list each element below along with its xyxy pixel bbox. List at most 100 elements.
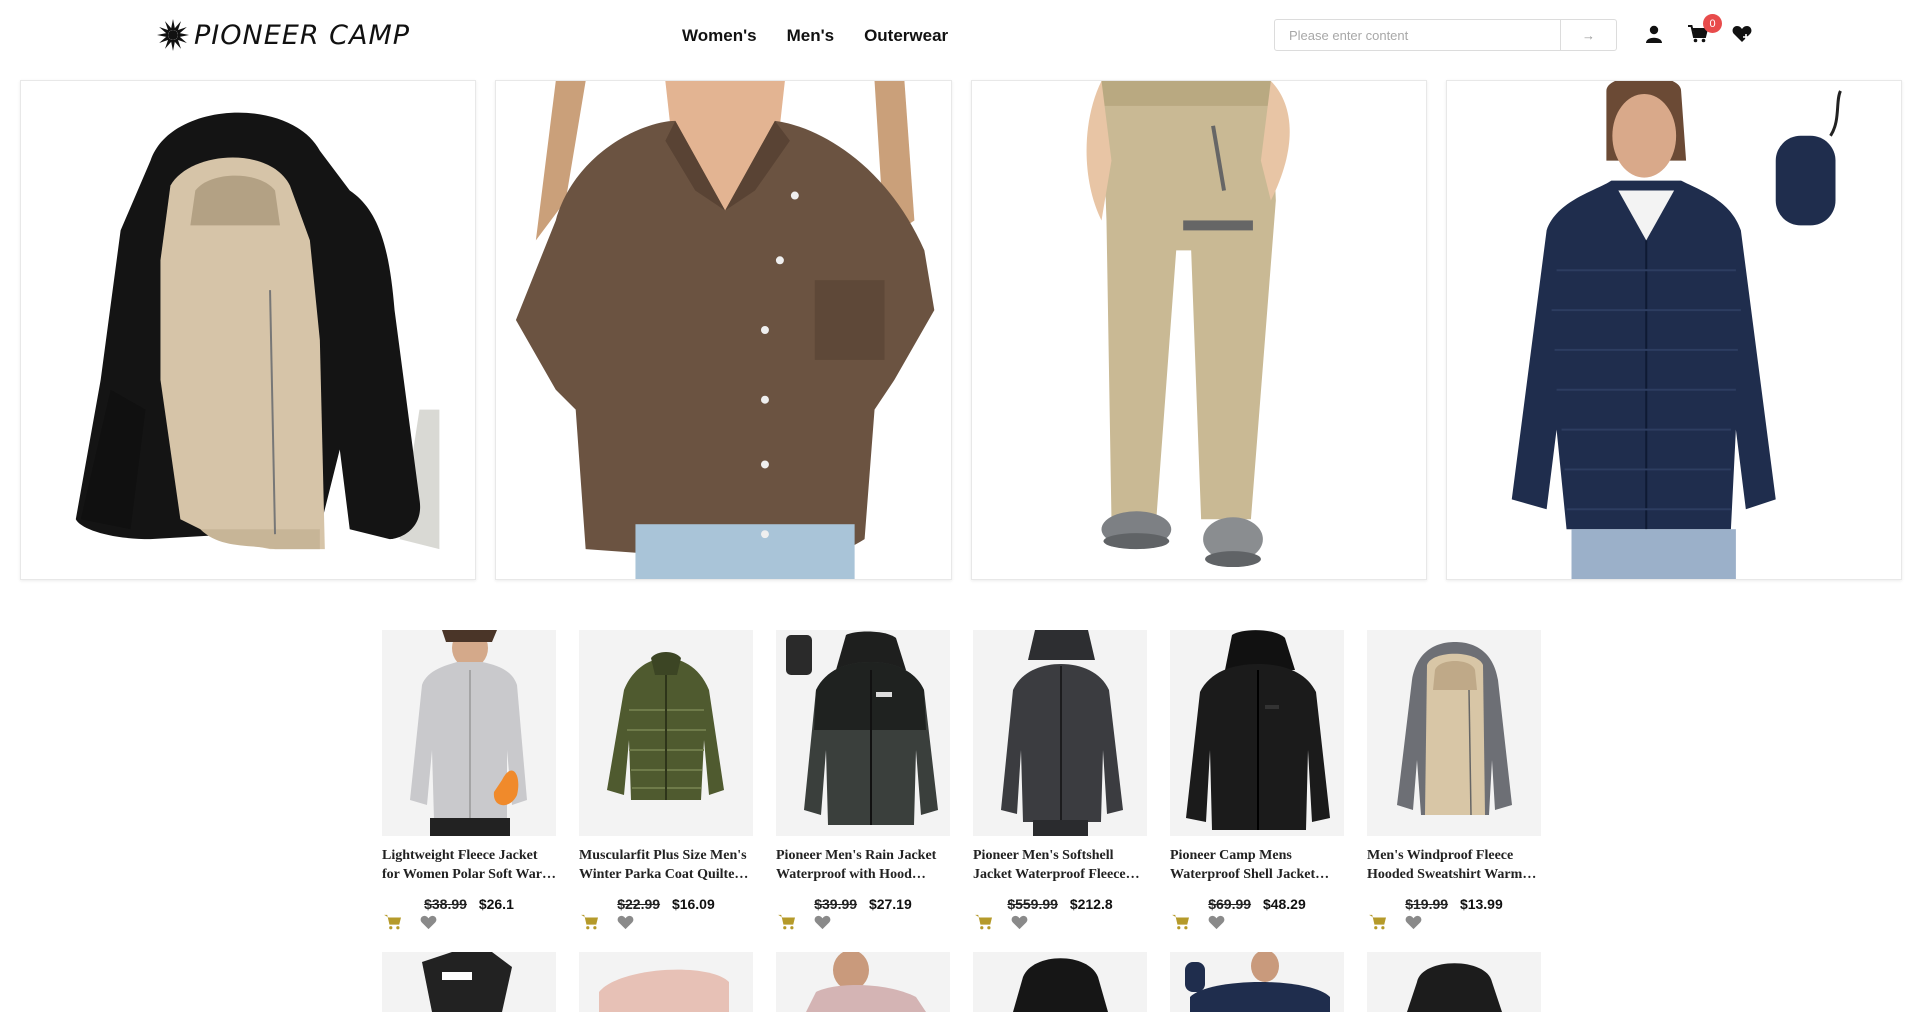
product-card bbox=[973, 952, 1147, 1012]
puffer-jacket-image bbox=[1446, 81, 1901, 579]
product-card: Pioneer Camp Mens Waterproof Shell Jacke… bbox=[1170, 630, 1344, 930]
rain-jacket-image bbox=[776, 630, 950, 836]
cart-icon bbox=[581, 914, 598, 930]
add-to-cart-button[interactable] bbox=[975, 914, 993, 930]
sale-price: $48.29 bbox=[1262, 896, 1306, 912]
cart-icon bbox=[975, 914, 992, 930]
add-to-cart-button[interactable] bbox=[778, 914, 796, 930]
product-image-partial bbox=[579, 952, 753, 1012]
add-to-wishlist-button[interactable] bbox=[814, 914, 832, 930]
product-image[interactable] bbox=[382, 952, 556, 1012]
cart-icon bbox=[384, 914, 401, 930]
sale-price: $26.1 bbox=[478, 896, 514, 912]
cart-icon bbox=[1369, 914, 1386, 930]
sale-price: $212.8 bbox=[1069, 896, 1113, 912]
product-prices: $38.99 $26.1 bbox=[382, 896, 556, 912]
product-title[interactable]: Pioneer Camp Mens Waterproof Shell Jacke… bbox=[1170, 846, 1344, 884]
product-card bbox=[1170, 952, 1344, 1012]
product-image[interactable] bbox=[579, 952, 753, 1012]
add-to-wishlist-button[interactable] bbox=[1011, 914, 1029, 930]
add-to-cart-button[interactable] bbox=[581, 914, 599, 930]
product-card bbox=[1367, 952, 1541, 1012]
product-image-partial bbox=[1170, 952, 1344, 1012]
banner-card-puffer-jacket[interactable] bbox=[1445, 80, 1902, 580]
add-to-wishlist-button[interactable] bbox=[617, 914, 635, 930]
arrow-right-icon: → bbox=[1582, 27, 1595, 43]
product-title[interactable]: Muscularfit Plus Size Men's Winter Parka… bbox=[579, 846, 753, 884]
banner-card-hiking-pants[interactable] bbox=[970, 80, 1427, 580]
add-to-cart-button[interactable] bbox=[1172, 914, 1190, 930]
sale-price: $16.09 bbox=[671, 896, 715, 912]
shell-jacket-black-image bbox=[1170, 630, 1344, 836]
product-actions bbox=[1170, 914, 1344, 930]
product-title[interactable]: Pioneer Men's Softshell Jacket Waterproo… bbox=[973, 846, 1147, 884]
product-actions bbox=[776, 914, 950, 930]
sale-price: $13.99 bbox=[1459, 896, 1503, 912]
search-submit-button[interactable]: → bbox=[1560, 20, 1616, 50]
product-image-partial bbox=[382, 952, 556, 1012]
product-card: Muscularfit Plus Size Men's Winter Parka… bbox=[579, 630, 753, 930]
product-image[interactable] bbox=[1367, 952, 1541, 1012]
brand-logo[interactable]: PIONEER CAMP bbox=[156, 17, 410, 53]
product-actions bbox=[1367, 914, 1541, 930]
original-price: $69.99 bbox=[1208, 896, 1252, 912]
cart-button[interactable]: 0 bbox=[1684, 14, 1722, 48]
product-card: Lightweight Fleece Jacket for Women Pola… bbox=[382, 630, 556, 930]
product-image[interactable] bbox=[382, 630, 556, 836]
heart-icon bbox=[814, 915, 831, 929]
product-title[interactable]: Lightweight Fleece Jacket for Women Pola… bbox=[382, 846, 556, 884]
fleece-hoodie-image bbox=[21, 81, 476, 579]
banner-card-button-shirt[interactable] bbox=[495, 80, 952, 580]
product-prices: $559.99 $212.8 bbox=[973, 896, 1147, 912]
heart-icon bbox=[1732, 26, 1752, 42]
product-title[interactable]: Pioneer Men's Rain Jacket Waterproof wit… bbox=[776, 846, 950, 884]
button-shirt-image bbox=[496, 81, 951, 579]
original-price: $39.99 bbox=[814, 896, 858, 912]
product-image[interactable] bbox=[579, 630, 753, 836]
add-to-cart-button[interactable] bbox=[1369, 914, 1387, 930]
header-actions: 0 bbox=[1640, 14, 1756, 48]
puffer-parka-olive-image bbox=[579, 630, 753, 836]
product-image[interactable] bbox=[776, 630, 950, 836]
product-card bbox=[579, 952, 753, 1012]
product-image[interactable] bbox=[776, 952, 950, 1012]
product-card bbox=[776, 952, 950, 1012]
original-price: $38.99 bbox=[424, 896, 467, 912]
hero-banner bbox=[20, 80, 1902, 580]
nav-mens[interactable]: Men's bbox=[787, 26, 835, 46]
main-nav: Women's Men's Outerwear bbox=[682, 26, 948, 46]
add-to-wishlist-button[interactable] bbox=[1405, 914, 1423, 930]
product-image[interactable] bbox=[973, 630, 1147, 836]
sale-price: $27.19 bbox=[868, 896, 912, 912]
product-card: Pioneer Men's Softshell Jacket Waterproo… bbox=[973, 630, 1147, 930]
wishlist-button[interactable] bbox=[1728, 20, 1756, 48]
add-to-wishlist-button[interactable] bbox=[420, 914, 438, 930]
add-to-wishlist-button[interactable] bbox=[1208, 914, 1226, 930]
cart-count-badge: 0 bbox=[1703, 14, 1722, 33]
product-image[interactable] bbox=[1170, 952, 1344, 1012]
product-image[interactable] bbox=[1170, 630, 1344, 836]
hiking-pants-image bbox=[971, 81, 1426, 579]
sunburst-logo-icon bbox=[157, 19, 189, 51]
account-button[interactable] bbox=[1640, 20, 1668, 48]
banner-card-fleece-hoodie[interactable] bbox=[20, 80, 477, 580]
product-actions bbox=[579, 914, 753, 930]
product-actions bbox=[973, 914, 1147, 930]
nav-womens[interactable]: Women's bbox=[682, 26, 757, 46]
product-image[interactable] bbox=[973, 952, 1147, 1012]
product-prices: $39.99 $27.19 bbox=[776, 896, 950, 912]
product-prices: $22.99 $16.09 bbox=[579, 896, 753, 912]
product-actions bbox=[382, 914, 556, 930]
search-input[interactable] bbox=[1275, 20, 1560, 50]
heart-icon bbox=[1208, 915, 1225, 929]
heart-icon bbox=[1405, 915, 1422, 929]
product-card: Men's Windproof Fleece Hooded Sweatshirt… bbox=[1367, 630, 1541, 930]
nav-outerwear[interactable]: Outerwear bbox=[864, 26, 948, 46]
add-to-cart-button[interactable] bbox=[384, 914, 402, 930]
user-icon bbox=[1646, 25, 1662, 43]
original-price: $19.99 bbox=[1405, 896, 1449, 912]
product-image-partial bbox=[776, 952, 950, 1012]
product-image[interactable] bbox=[1367, 630, 1541, 836]
product-title[interactable]: Men's Windproof Fleece Hooded Sweatshirt… bbox=[1367, 846, 1541, 884]
search-box: → bbox=[1274, 19, 1617, 51]
